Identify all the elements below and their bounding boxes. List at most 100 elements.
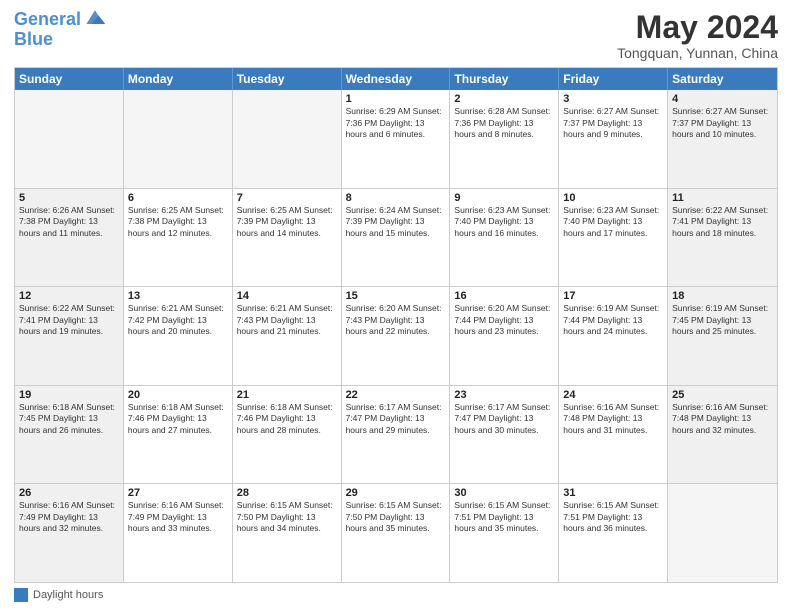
calendar-cell: 30Sunrise: 6:15 AM Sunset: 7:51 PM Dayli… bbox=[450, 484, 559, 582]
calendar-cell: 3Sunrise: 6:27 AM Sunset: 7:37 PM Daylig… bbox=[559, 90, 668, 188]
day-number: 22 bbox=[346, 389, 446, 401]
day-info: Sunrise: 6:16 AM Sunset: 7:49 PM Dayligh… bbox=[128, 500, 228, 534]
day-number: 6 bbox=[128, 192, 228, 204]
footer: Daylight hours bbox=[14, 588, 778, 602]
day-number: 30 bbox=[454, 487, 554, 499]
calendar-week-5: 26Sunrise: 6:16 AM Sunset: 7:49 PM Dayli… bbox=[15, 483, 777, 582]
calendar-cell: 19Sunrise: 6:18 AM Sunset: 7:45 PM Dayli… bbox=[15, 386, 124, 484]
logo-text-line2: Blue bbox=[14, 30, 107, 50]
day-number: 29 bbox=[346, 487, 446, 499]
header-saturday: Saturday bbox=[668, 68, 777, 90]
calendar-cell: 26Sunrise: 6:16 AM Sunset: 7:49 PM Dayli… bbox=[15, 484, 124, 582]
day-number: 9 bbox=[454, 192, 554, 204]
day-info: Sunrise: 6:24 AM Sunset: 7:39 PM Dayligh… bbox=[346, 205, 446, 239]
calendar-week-1: 1Sunrise: 6:29 AM Sunset: 7:36 PM Daylig… bbox=[15, 90, 777, 188]
day-number: 15 bbox=[346, 290, 446, 302]
day-number: 20 bbox=[128, 389, 228, 401]
day-number: 4 bbox=[672, 93, 773, 105]
day-info: Sunrise: 6:22 AM Sunset: 7:41 PM Dayligh… bbox=[19, 303, 119, 337]
calendar-cell: 4Sunrise: 6:27 AM Sunset: 7:37 PM Daylig… bbox=[668, 90, 777, 188]
day-info: Sunrise: 6:16 AM Sunset: 7:48 PM Dayligh… bbox=[563, 402, 663, 436]
calendar-cell: 27Sunrise: 6:16 AM Sunset: 7:49 PM Dayli… bbox=[124, 484, 233, 582]
header-friday: Friday bbox=[559, 68, 668, 90]
calendar-cell: 8Sunrise: 6:24 AM Sunset: 7:39 PM Daylig… bbox=[342, 189, 451, 287]
day-number: 7 bbox=[237, 192, 337, 204]
calendar-week-2: 5Sunrise: 6:26 AM Sunset: 7:38 PM Daylig… bbox=[15, 188, 777, 287]
calendar-cell: 7Sunrise: 6:25 AM Sunset: 7:39 PM Daylig… bbox=[233, 189, 342, 287]
calendar-cell bbox=[124, 90, 233, 188]
day-number: 3 bbox=[563, 93, 663, 105]
calendar-week-4: 19Sunrise: 6:18 AM Sunset: 7:45 PM Dayli… bbox=[15, 385, 777, 484]
calendar-cell: 15Sunrise: 6:20 AM Sunset: 7:43 PM Dayli… bbox=[342, 287, 451, 385]
day-info: Sunrise: 6:16 AM Sunset: 7:49 PM Dayligh… bbox=[19, 500, 119, 534]
calendar-cell: 29Sunrise: 6:15 AM Sunset: 7:50 PM Dayli… bbox=[342, 484, 451, 582]
calendar-week-3: 12Sunrise: 6:22 AM Sunset: 7:41 PM Dayli… bbox=[15, 286, 777, 385]
day-info: Sunrise: 6:15 AM Sunset: 7:51 PM Dayligh… bbox=[563, 500, 663, 534]
day-info: Sunrise: 6:25 AM Sunset: 7:39 PM Dayligh… bbox=[237, 205, 337, 239]
calendar-cell bbox=[233, 90, 342, 188]
day-number: 21 bbox=[237, 389, 337, 401]
calendar-cell: 31Sunrise: 6:15 AM Sunset: 7:51 PM Dayli… bbox=[559, 484, 668, 582]
calendar-cell: 18Sunrise: 6:19 AM Sunset: 7:45 PM Dayli… bbox=[668, 287, 777, 385]
day-number: 18 bbox=[672, 290, 773, 302]
day-number: 16 bbox=[454, 290, 554, 302]
calendar-cell: 22Sunrise: 6:17 AM Sunset: 7:47 PM Dayli… bbox=[342, 386, 451, 484]
calendar-cell: 23Sunrise: 6:17 AM Sunset: 7:47 PM Dayli… bbox=[450, 386, 559, 484]
day-number: 27 bbox=[128, 487, 228, 499]
header-sunday: Sunday bbox=[15, 68, 124, 90]
day-number: 8 bbox=[346, 192, 446, 204]
calendar-header: Sunday Monday Tuesday Wednesday Thursday… bbox=[15, 68, 777, 90]
header-tuesday: Tuesday bbox=[233, 68, 342, 90]
calendar-cell bbox=[668, 484, 777, 582]
calendar-cell: 21Sunrise: 6:18 AM Sunset: 7:46 PM Dayli… bbox=[233, 386, 342, 484]
logo: General Blue bbox=[14, 10, 107, 50]
month-title: May 2024 bbox=[617, 10, 778, 45]
calendar-cell: 12Sunrise: 6:22 AM Sunset: 7:41 PM Dayli… bbox=[15, 287, 124, 385]
day-number: 23 bbox=[454, 389, 554, 401]
day-info: Sunrise: 6:27 AM Sunset: 7:37 PM Dayligh… bbox=[563, 106, 663, 140]
day-number: 11 bbox=[672, 192, 773, 204]
day-info: Sunrise: 6:21 AM Sunset: 7:43 PM Dayligh… bbox=[237, 303, 337, 337]
day-info: Sunrise: 6:26 AM Sunset: 7:38 PM Dayligh… bbox=[19, 205, 119, 239]
day-info: Sunrise: 6:17 AM Sunset: 7:47 PM Dayligh… bbox=[454, 402, 554, 436]
calendar: Sunday Monday Tuesday Wednesday Thursday… bbox=[14, 67, 778, 583]
logo-icon bbox=[83, 8, 107, 28]
calendar-cell: 28Sunrise: 6:15 AM Sunset: 7:50 PM Dayli… bbox=[233, 484, 342, 582]
legend-color-box bbox=[14, 588, 28, 602]
day-info: Sunrise: 6:18 AM Sunset: 7:46 PM Dayligh… bbox=[128, 402, 228, 436]
day-info: Sunrise: 6:20 AM Sunset: 7:44 PM Dayligh… bbox=[454, 303, 554, 337]
day-info: Sunrise: 6:20 AM Sunset: 7:43 PM Dayligh… bbox=[346, 303, 446, 337]
calendar-cell: 10Sunrise: 6:23 AM Sunset: 7:40 PM Dayli… bbox=[559, 189, 668, 287]
header-thursday: Thursday bbox=[450, 68, 559, 90]
day-info: Sunrise: 6:23 AM Sunset: 7:40 PM Dayligh… bbox=[454, 205, 554, 239]
day-number: 1 bbox=[346, 93, 446, 105]
day-info: Sunrise: 6:17 AM Sunset: 7:47 PM Dayligh… bbox=[346, 402, 446, 436]
day-info: Sunrise: 6:15 AM Sunset: 7:50 PM Dayligh… bbox=[346, 500, 446, 534]
day-info: Sunrise: 6:23 AM Sunset: 7:40 PM Dayligh… bbox=[563, 205, 663, 239]
legend-label: Daylight hours bbox=[33, 589, 103, 601]
day-number: 13 bbox=[128, 290, 228, 302]
day-info: Sunrise: 6:19 AM Sunset: 7:45 PM Dayligh… bbox=[672, 303, 773, 337]
day-number: 28 bbox=[237, 487, 337, 499]
day-info: Sunrise: 6:18 AM Sunset: 7:46 PM Dayligh… bbox=[237, 402, 337, 436]
calendar-cell: 14Sunrise: 6:21 AM Sunset: 7:43 PM Dayli… bbox=[233, 287, 342, 385]
calendar-cell: 17Sunrise: 6:19 AM Sunset: 7:44 PM Dayli… bbox=[559, 287, 668, 385]
calendar-cell: 9Sunrise: 6:23 AM Sunset: 7:40 PM Daylig… bbox=[450, 189, 559, 287]
calendar-cell: 25Sunrise: 6:16 AM Sunset: 7:48 PM Dayli… bbox=[668, 386, 777, 484]
calendar-cell: 24Sunrise: 6:16 AM Sunset: 7:48 PM Dayli… bbox=[559, 386, 668, 484]
calendar-cell: 20Sunrise: 6:18 AM Sunset: 7:46 PM Dayli… bbox=[124, 386, 233, 484]
day-number: 14 bbox=[237, 290, 337, 302]
page: General Blue May 2024 Tongquan, Yunnan, … bbox=[0, 0, 792, 612]
calendar-cell: 5Sunrise: 6:26 AM Sunset: 7:38 PM Daylig… bbox=[15, 189, 124, 287]
title-area: May 2024 Tongquan, Yunnan, China bbox=[617, 10, 778, 61]
day-info: Sunrise: 6:29 AM Sunset: 7:36 PM Dayligh… bbox=[346, 106, 446, 140]
day-info: Sunrise: 6:15 AM Sunset: 7:51 PM Dayligh… bbox=[454, 500, 554, 534]
day-number: 19 bbox=[19, 389, 119, 401]
day-number: 31 bbox=[563, 487, 663, 499]
day-number: 12 bbox=[19, 290, 119, 302]
day-number: 17 bbox=[563, 290, 663, 302]
day-number: 25 bbox=[672, 389, 773, 401]
calendar-cell: 6Sunrise: 6:25 AM Sunset: 7:38 PM Daylig… bbox=[124, 189, 233, 287]
calendar-cell: 13Sunrise: 6:21 AM Sunset: 7:42 PM Dayli… bbox=[124, 287, 233, 385]
calendar-body: 1Sunrise: 6:29 AM Sunset: 7:36 PM Daylig… bbox=[15, 90, 777, 582]
